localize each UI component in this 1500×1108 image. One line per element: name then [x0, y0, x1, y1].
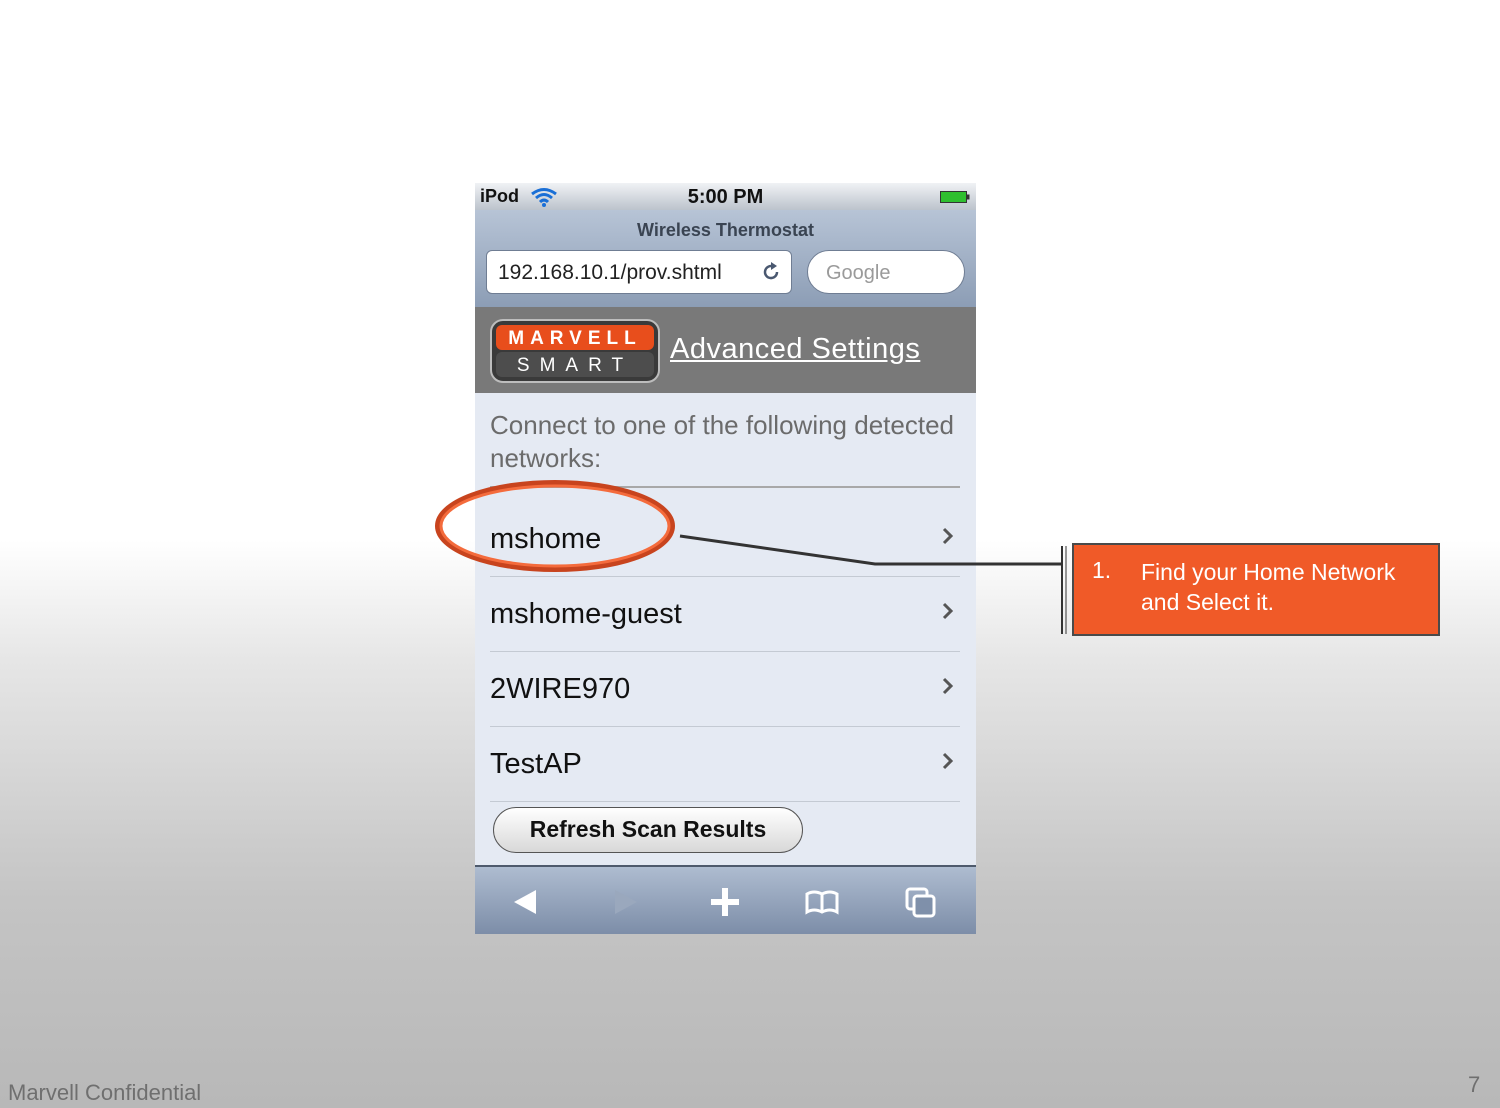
page-number: 7	[1468, 1072, 1481, 1097]
logo-top-text: MARVELL	[508, 328, 641, 349]
forward-icon[interactable]	[607, 884, 643, 920]
confidential-label: Marvell Confidential	[8, 1080, 202, 1105]
chevron-right-icon	[942, 752, 954, 770]
network-row[interactable]: 2WIRE970	[490, 652, 960, 727]
search-placeholder: Google	[826, 262, 891, 284]
back-icon[interactable]	[508, 884, 544, 920]
instruction-callout: 1. Find your Home Network and Select it.	[1072, 543, 1440, 636]
network-name: TestAP	[490, 748, 582, 780]
callout-text: Find your Home Network and Select it.	[1141, 559, 1396, 615]
refresh-scan-button[interactable]: Refresh Scan Results	[493, 807, 803, 853]
logo-bottom-text: SMART	[517, 355, 633, 376]
battery-icon	[940, 191, 970, 203]
chevron-right-icon	[942, 527, 954, 545]
marvell-smart-logo: MARVELL SMART	[490, 319, 660, 383]
url-field[interactable]: 192.168.10.1/prov.shtml	[486, 250, 792, 294]
highlight-oval	[435, 480, 675, 572]
add-bookmark-icon[interactable]	[707, 884, 743, 920]
network-name: 2WIRE970	[490, 673, 631, 705]
advanced-settings-link[interactable]: Advanced Settings	[670, 333, 920, 366]
network-name: mshome-guest	[490, 598, 682, 630]
web-header: MARVELL SMART Advanced Settings	[475, 307, 976, 393]
clock: 5:00 PM	[687, 186, 764, 208]
bookmarks-icon[interactable]	[804, 884, 840, 920]
browser-nav-bar: Wireless Thermostat 192.168.10.1/prov.sh…	[475, 210, 976, 308]
page-title: Wireless Thermostat	[637, 220, 814, 240]
chevron-right-icon	[942, 602, 954, 620]
pages-icon[interactable]	[903, 884, 939, 920]
network-row[interactable]: mshome-guest	[490, 577, 960, 652]
network-row[interactable]: TestAP	[490, 727, 960, 802]
callout-number: 1.	[1092, 557, 1112, 583]
intro-text: Connect to one of the following detected…	[490, 410, 954, 473]
url-text: 192.168.10.1/prov.shtml	[498, 261, 722, 284]
search-field[interactable]: Google	[807, 250, 965, 294]
reload-icon[interactable]	[759, 260, 783, 284]
status-bar: iPod 5:00 PM	[475, 183, 976, 210]
chevron-right-icon	[942, 677, 954, 695]
browser-toolbar	[475, 865, 976, 934]
